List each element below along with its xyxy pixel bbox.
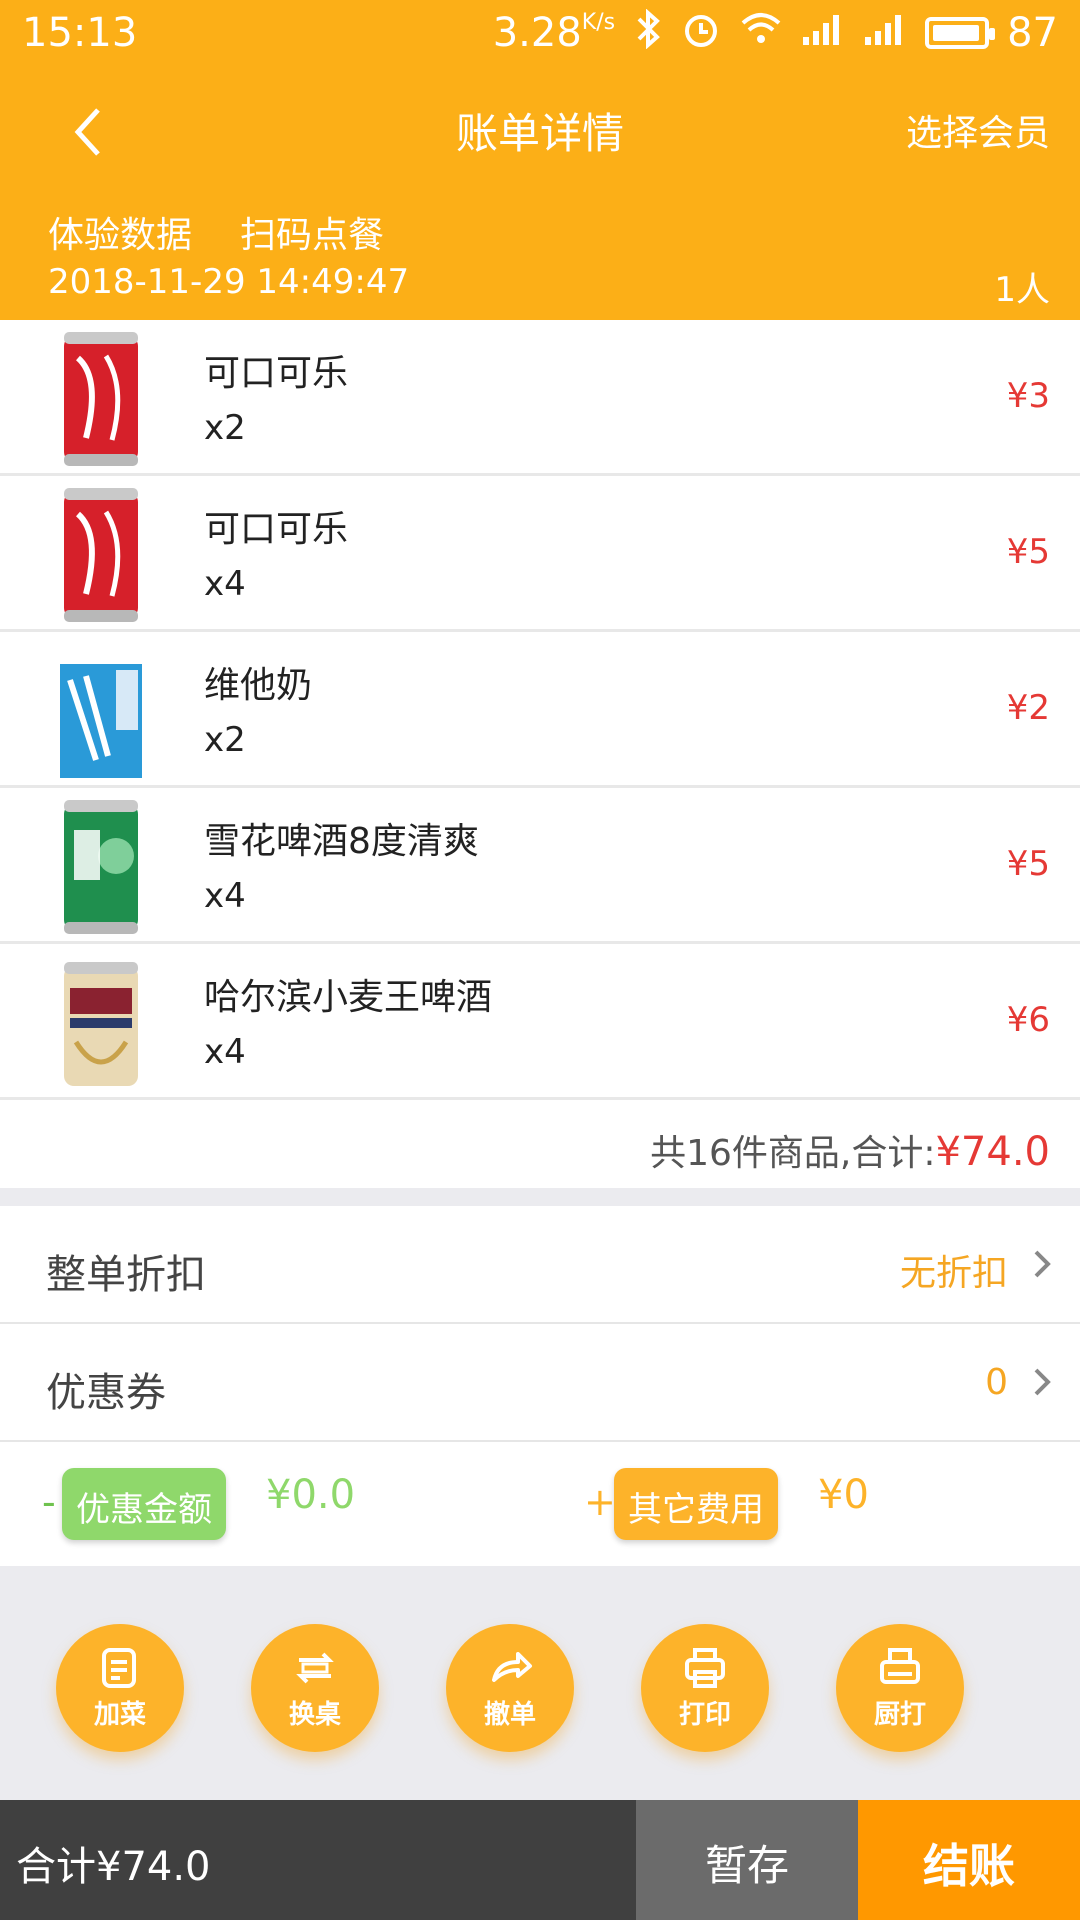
battery-icon (925, 17, 996, 49)
wifi-icon (739, 11, 783, 56)
tag-demo-data: 体验数据 (48, 215, 193, 256)
print-icon (685, 1648, 725, 1688)
plus-sign: + (584, 1480, 616, 1524)
list-item[interactable]: 雪花啤酒8度清爽 x4 ¥5 (0, 788, 1080, 944)
snow-beer-can-icon (64, 800, 138, 934)
signal-4g-icon (801, 11, 845, 56)
coupon-value: 0 (985, 1362, 1008, 1403)
list-item[interactable]: 维他奶 x2 ¥2 (0, 632, 1080, 788)
coupon-label: 优惠券 (46, 1370, 166, 1416)
battery-level: 87 (1007, 10, 1058, 56)
item-price: ¥6 (1006, 1000, 1050, 1040)
network-speed: 3.28K/s (492, 10, 616, 56)
chevron-right-icon (1034, 1368, 1051, 1396)
item-price: ¥2 (1006, 688, 1050, 728)
vitasoy-carton-icon (60, 644, 142, 778)
action-bar: 加菜 换桌 撤单 打印 厨打 (0, 1590, 1080, 1800)
fee-row: - 优惠金额 ¥0.0 + 其它费用 ¥0 (0, 1442, 1080, 1566)
item-name: 雪花啤酒8度清爽 (204, 821, 479, 862)
undo-order-button[interactable]: 撤单 (446, 1624, 574, 1752)
order-item-list: 可口可乐 x2 ¥3 可口可乐 x4 ¥5 维他奶 x2 ¥2 雪花啤酒8度清爽… (0, 320, 1080, 1100)
discount-amount: ¥0.0 (266, 1472, 356, 1518)
status-time: 15:13 (22, 10, 138, 56)
kitchen-print-button[interactable]: 厨打 (836, 1624, 964, 1752)
add-dish-button[interactable]: 加菜 (56, 1624, 184, 1752)
header: 账单详情 选择会员 体验数据 扫码点餐 2018-11-29 14:49:47 … (0, 66, 1080, 320)
status-bar: 15:13 3.28K/s 87 (0, 0, 1080, 66)
summary-label: 共16件商品,合计: (650, 1133, 936, 1174)
harbin-beer-can-icon (64, 962, 138, 1086)
summary-total: ¥74.0 (935, 1129, 1050, 1175)
order-datetime: 2018-11-29 14:49:47 (48, 262, 410, 302)
coupon-row[interactable]: 优惠券 0 (0, 1324, 1080, 1442)
item-qty: x2 (204, 408, 246, 448)
action-label: 打印 (678, 1700, 731, 1730)
order-options: 整单折扣 无折扣 优惠券 0 - 优惠金额 ¥0.0 + 其它费用 ¥0 (0, 1206, 1080, 1566)
save-draft-button[interactable]: 暂存 (636, 1800, 858, 1920)
coca-cola-can-icon (64, 488, 138, 622)
discount-row[interactable]: 整单折扣 无折扣 (0, 1206, 1080, 1324)
list-item[interactable]: 可口可乐 x2 ¥3 (0, 320, 1080, 476)
order-summary: 共16件商品,合计:¥74.0 (0, 1100, 1080, 1188)
item-name: 哈尔滨小麦王啤酒 (204, 977, 493, 1018)
status-icons: 3.28K/s 87 (492, 8, 1058, 58)
discount-amount-button[interactable]: 优惠金额 (62, 1468, 226, 1540)
alarm-icon (681, 9, 721, 58)
order-tags: 体验数据 扫码点餐 (48, 206, 384, 258)
kitchen-print-icon (880, 1648, 920, 1684)
bluetooth-icon (633, 8, 663, 58)
signal-icon (863, 11, 907, 56)
item-name: 维他奶 (204, 665, 313, 706)
item-name: 可口可乐 (204, 353, 349, 394)
action-label: 厨打 (873, 1700, 926, 1730)
print-button[interactable]: 打印 (641, 1624, 769, 1752)
item-price: ¥5 (1006, 844, 1050, 884)
chevron-right-icon (1034, 1250, 1051, 1278)
undo-order-icon (492, 1652, 532, 1682)
item-qty: x4 (204, 564, 246, 604)
action-label: 撤单 (483, 1700, 536, 1730)
list-item[interactable]: 可口可乐 x4 ¥5 (0, 476, 1080, 632)
other-fee-button[interactable]: 其它费用 (614, 1468, 778, 1540)
people-count: 1人 (994, 270, 1050, 310)
action-label: 加菜 (93, 1700, 146, 1730)
change-table-icon (296, 1652, 334, 1684)
speed-unit: K/s (581, 10, 616, 35)
change-table-button[interactable]: 换桌 (251, 1624, 379, 1752)
action-label: 换桌 (288, 1700, 341, 1730)
minus-sign: - (42, 1480, 56, 1524)
select-member-button[interactable]: 选择会员 (906, 104, 1050, 156)
item-qty: x4 (204, 1032, 246, 1072)
item-qty: x4 (204, 876, 246, 916)
coca-cola-can-icon (64, 332, 138, 466)
list-item[interactable]: 哈尔滨小麦王啤酒 x4 ¥6 (0, 944, 1080, 1100)
checkout-button[interactable]: 结账 (858, 1800, 1080, 1920)
add-dish-icon (102, 1648, 136, 1688)
other-fee-amount: ¥0 (818, 1472, 869, 1518)
item-name: 可口可乐 (204, 509, 349, 550)
discount-label: 整单折扣 (46, 1252, 206, 1298)
item-price: ¥5 (1006, 532, 1050, 572)
discount-value: 无折扣 (899, 1253, 1008, 1294)
item-price: ¥3 (1006, 376, 1050, 416)
bottom-bar: 合计¥74.0 暂存 结账 (0, 1800, 1080, 1920)
item-qty: x2 (204, 720, 246, 760)
bottom-total: 合计¥74.0 (0, 1800, 636, 1920)
tag-scan-order: 扫码点餐 (240, 215, 385, 256)
